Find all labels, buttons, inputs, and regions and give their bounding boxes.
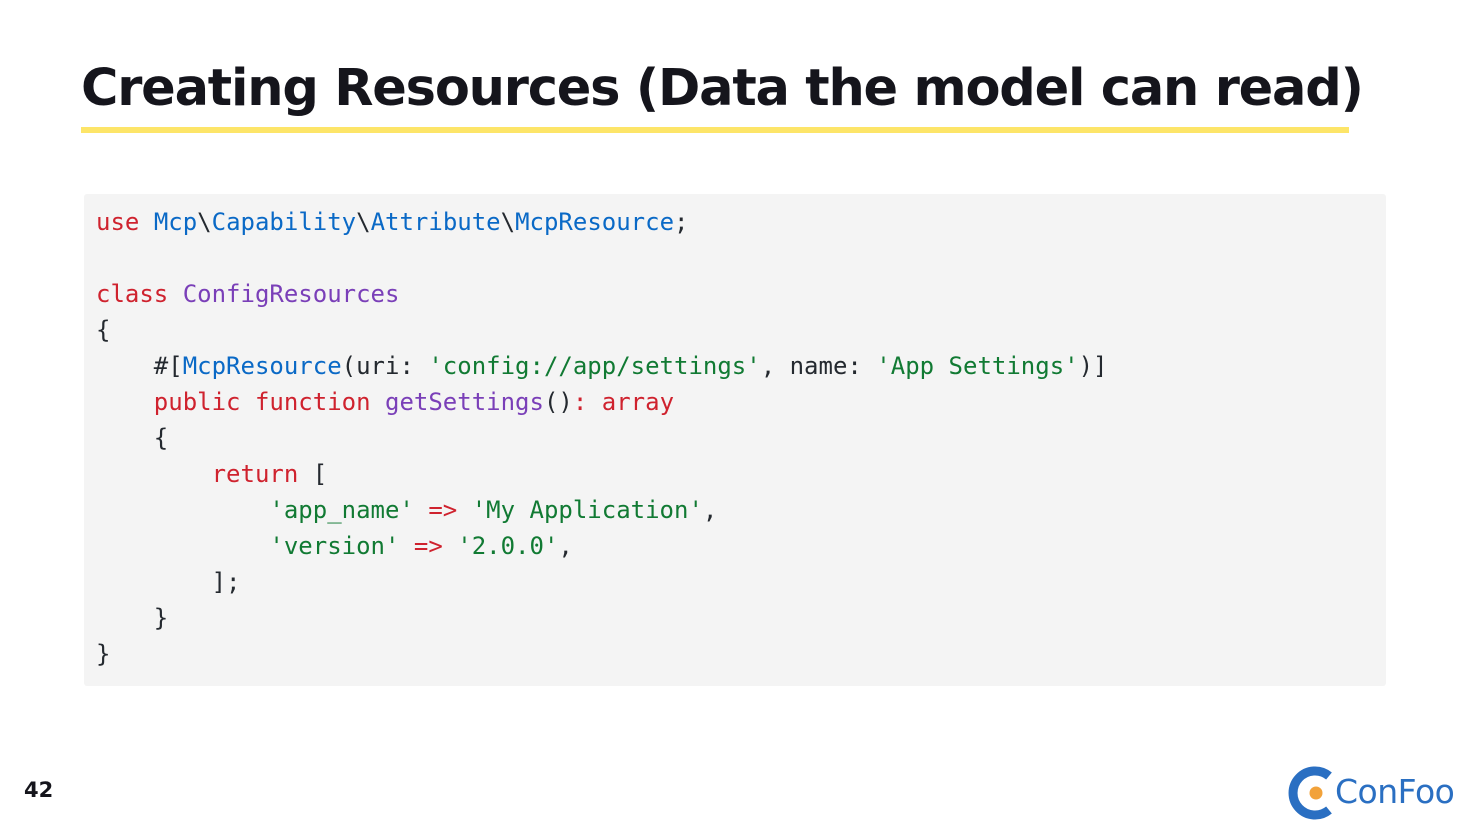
code-token-ns: McpResource	[515, 208, 675, 236]
code-token-plain: )]	[1078, 352, 1108, 380]
code-line: {	[96, 420, 1108, 456]
code-line: use Mcp\Capability\Attribute\McpResource…	[96, 204, 1108, 240]
code-token-plain: [	[298, 460, 328, 488]
code-token-plain: ;	[674, 208, 689, 236]
code-token-kw: class	[96, 280, 169, 308]
code-token-plain: }	[96, 604, 169, 632]
code-token-plain: {	[96, 316, 111, 344]
code-token-op: =>	[413, 532, 443, 560]
code-token-kw: public	[153, 388, 241, 416]
code-line: #[McpResource(uri: 'config://app/setting…	[96, 348, 1108, 384]
code-token-plain: (uri:	[341, 352, 429, 380]
code-token-ns: Attribute	[370, 208, 501, 236]
code-line: {	[96, 312, 1108, 348]
code-token-plain: \	[500, 208, 516, 236]
code-token-ns: Mcp	[153, 208, 198, 236]
code-block: use Mcp\Capability\Attribute\McpResource…	[96, 204, 1108, 672]
code-token-str: '2.0.0'	[457, 532, 559, 560]
brand-name: ConFoo	[1335, 772, 1455, 811]
code-token-plain: }	[96, 640, 111, 668]
code-line: }	[96, 636, 1108, 672]
code-line: }	[96, 600, 1108, 636]
code-token-kw: use	[96, 208, 140, 236]
code-token-str: 'config://app/settings'	[428, 352, 761, 380]
confoo-logo: ConFoo	[1285, 764, 1455, 820]
slide-title: Creating Resources (Data the model can r…	[81, 59, 1364, 118]
code-token-plain: , name:	[760, 352, 877, 380]
title-underline	[81, 127, 1349, 133]
code-token-plain: #[	[96, 352, 183, 380]
code-line: public function getSettings(): array	[96, 384, 1108, 420]
code-token-ns: Capability	[211, 208, 357, 236]
code-token-plain: ];	[96, 568, 241, 596]
code-token-str: 'app_name'	[269, 496, 414, 524]
code-line: return [	[96, 456, 1108, 492]
confoo-c-logo-icon	[1288, 766, 1332, 820]
code-token-plain: ,	[558, 532, 573, 560]
code-token-op: =>	[428, 496, 458, 524]
code-token-str: 'App Settings'	[876, 352, 1079, 380]
code-token-plain: \	[197, 208, 212, 236]
code-line: ];	[96, 564, 1108, 600]
page-number: 42	[24, 778, 54, 802]
code-line: 'version' => '2.0.0',	[96, 528, 1108, 564]
code-token-cls: ConfigResources	[182, 280, 400, 308]
code-line: 'app_name' => 'My Application',	[96, 492, 1108, 528]
code-token-op: :	[572, 388, 588, 416]
code-token-plain: \	[356, 208, 371, 236]
code-token-kw: return	[211, 460, 299, 488]
code-token-plain: ,	[702, 496, 718, 524]
code-token-kw: function	[254, 388, 371, 416]
code-token-fn: getSettings	[385, 388, 544, 416]
code-token-str: 'My Application'	[471, 496, 703, 524]
code-token-plain: ()	[543, 388, 573, 416]
code-block-panel: use Mcp\Capability\Attribute\McpResource…	[84, 194, 1386, 686]
code-token-ns: McpResource	[182, 352, 342, 380]
code-line: class ConfigResources	[96, 276, 1108, 312]
code-token-plain: {	[96, 424, 169, 452]
code-token-kw: array	[601, 388, 675, 416]
code-token-str: 'version'	[269, 532, 400, 560]
